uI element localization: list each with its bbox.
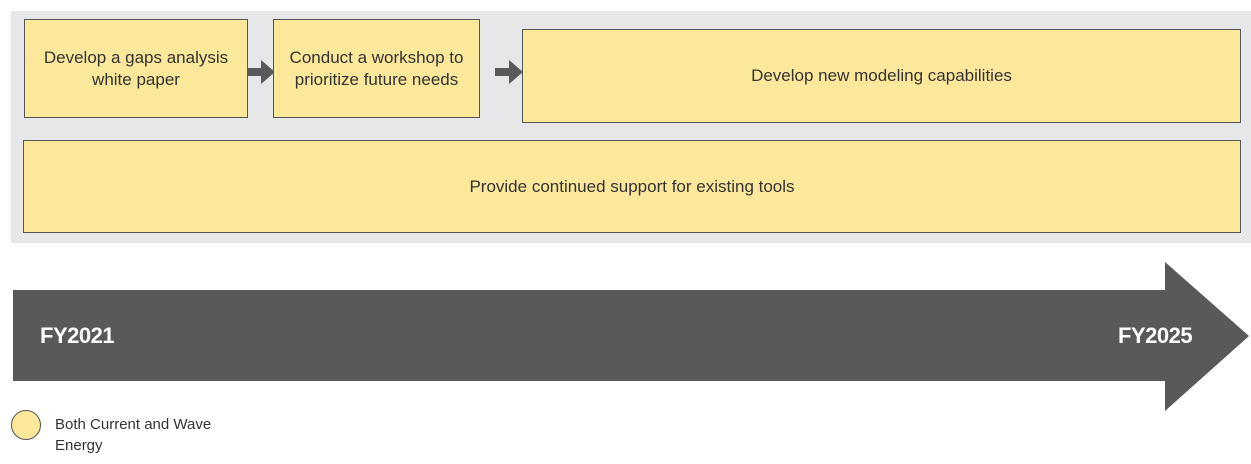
timeline-arrow-icon — [13, 262, 1249, 411]
ongoing-support-bar: Provide continued support for existing t… — [23, 140, 1241, 233]
legend-label: Both Current and Wave Energy — [55, 416, 212, 454]
timeline-end-label: FY2025 — [1118, 323, 1193, 348]
right-arrow-icon — [247, 60, 275, 84]
legend-swatch — [11, 410, 41, 440]
timeline-start-label: FY2021 — [40, 323, 115, 348]
step-gaps-analysis: Develop a gaps analysis white paper — [24, 19, 248, 118]
right-arrow-icon — [495, 60, 523, 84]
step-workshop-label: Conduct a workshop to prioritize future … — [289, 47, 464, 89]
step-gaps-analysis-label: Develop a gaps analysis white paper — [43, 47, 229, 89]
step-workshop: Conduct a workshop to prioritize future … — [273, 19, 480, 118]
step-new-modeling: Develop new modeling capabilities — [522, 29, 1241, 123]
ongoing-support-label: Provide continued support for existing t… — [469, 176, 795, 196]
step-new-modeling-label: Develop new modeling capabilities — [751, 66, 1012, 85]
